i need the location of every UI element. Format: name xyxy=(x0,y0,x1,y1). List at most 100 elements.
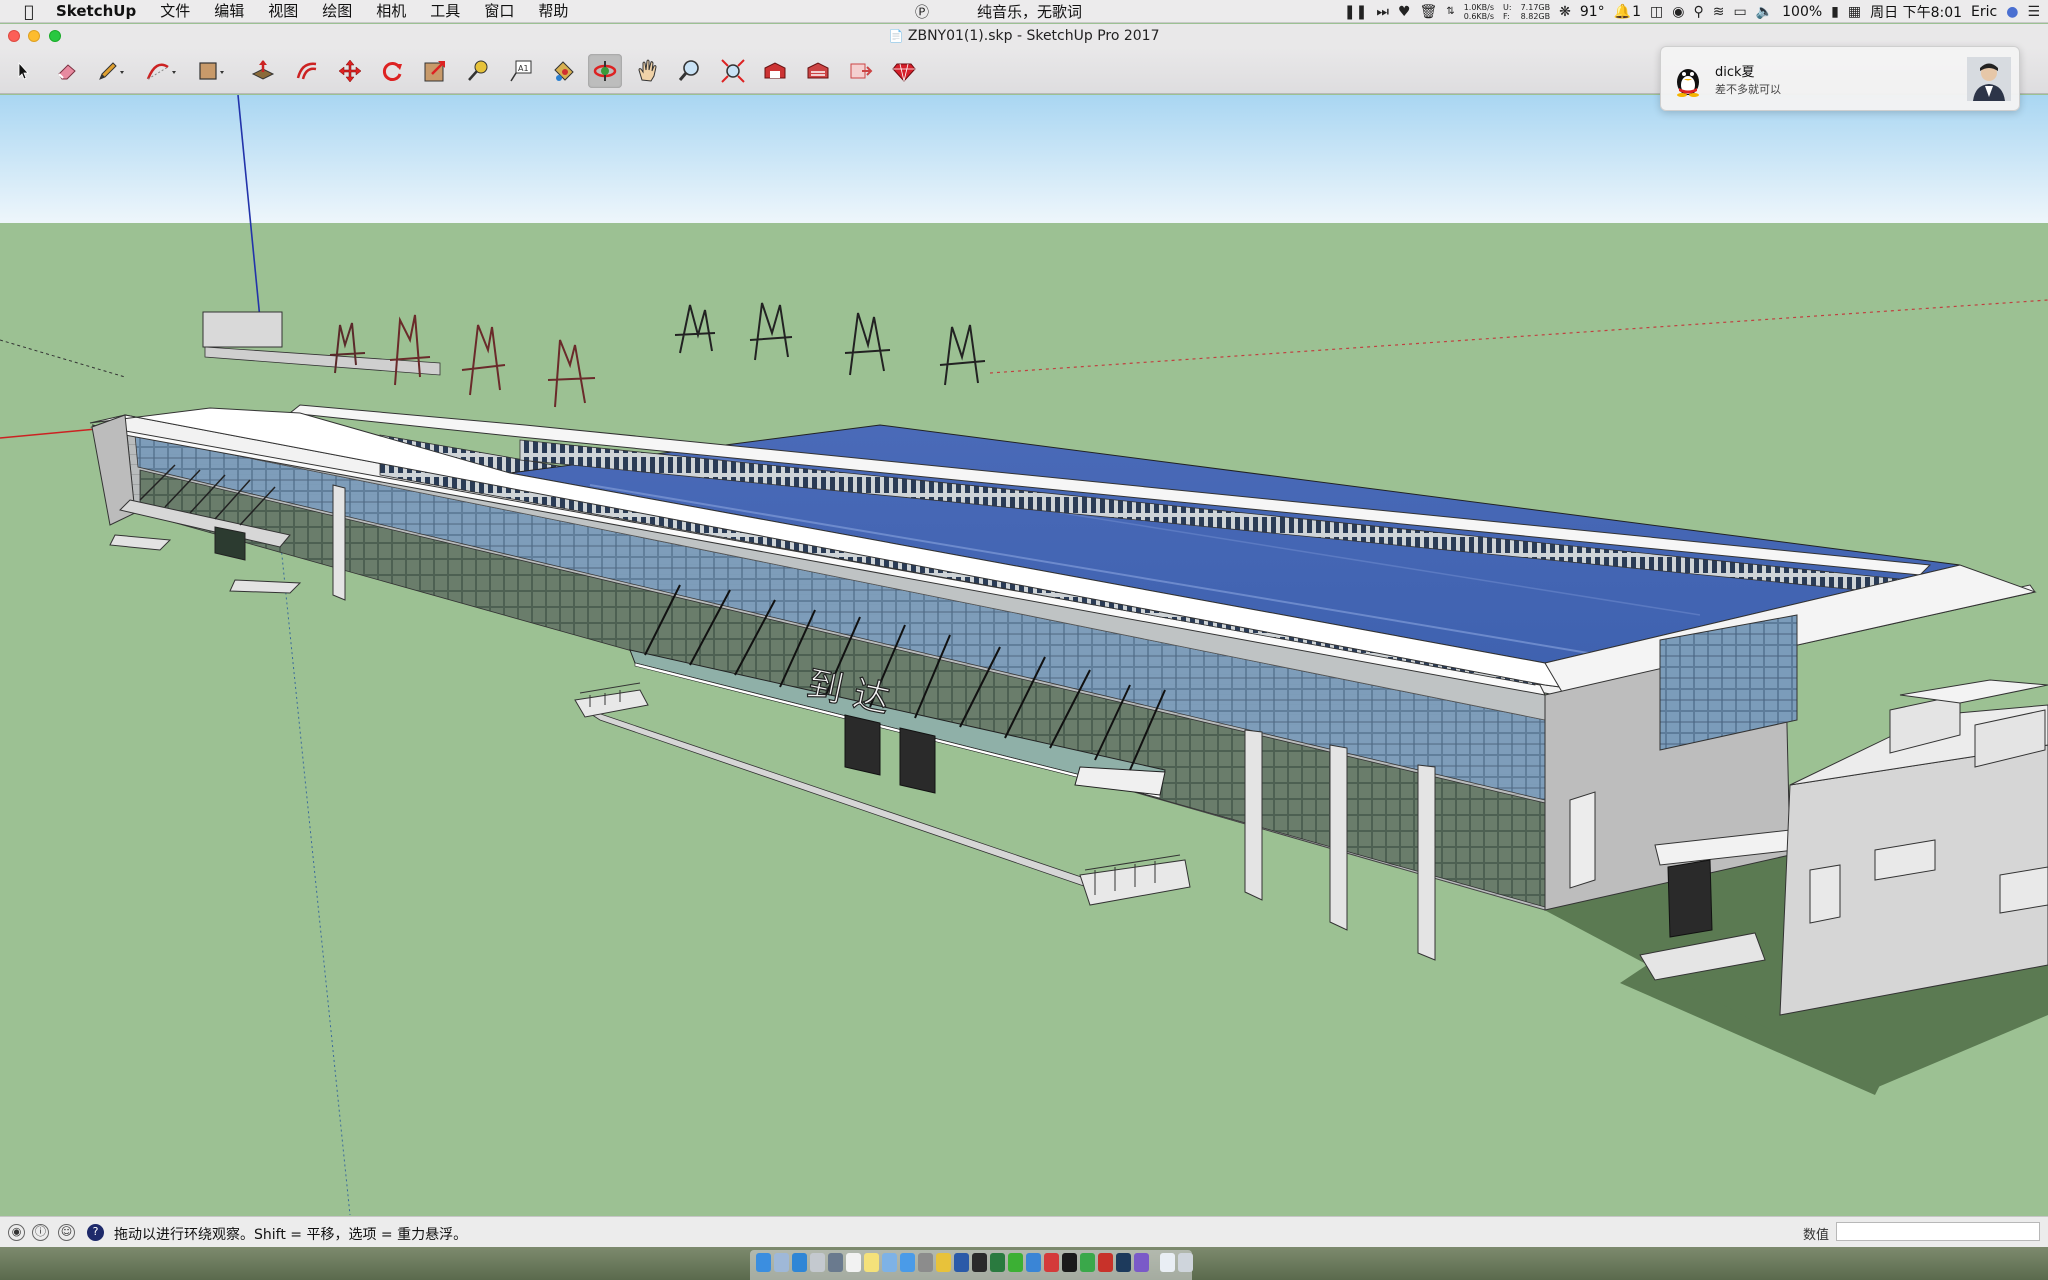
disk-labels: U: F: xyxy=(1503,2,1512,21)
now-playing[interactable]: Ⓟ 纯音乐，无歌词 xyxy=(915,0,1082,23)
search-icon[interactable]: ⚲ xyxy=(1693,4,1703,20)
network-arrows-icon: ⇅ xyxy=(1446,6,1455,17)
credits-icon[interactable]: ⓘ xyxy=(32,1224,49,1241)
3d-warehouse-tool[interactable] xyxy=(758,54,792,88)
finder-icon[interactable] xyxy=(756,1253,771,1272)
window-title: ZBNY01(1).skp - SketchUp Pro 2017 xyxy=(907,28,1160,44)
menu-camera[interactable]: 相机 xyxy=(364,0,418,23)
wechat-icon[interactable]: ◉ xyxy=(1672,4,1684,20)
battery-percent: 100% xyxy=(1782,3,1823,20)
tape-measure-tool[interactable] xyxy=(461,54,495,88)
extension-warehouse-tool[interactable] xyxy=(801,54,835,88)
apple-menu-icon[interactable]:  xyxy=(14,2,44,21)
shape-tool[interactable] xyxy=(196,54,230,88)
photo-icon[interactable] xyxy=(828,1253,843,1272)
measurement-input[interactable] xyxy=(1836,1222,2040,1241)
warehouse-icon xyxy=(764,62,786,79)
preview-icon[interactable] xyxy=(810,1253,825,1272)
status-menus: ❚❚ ⏭ ♥ 🗑 ⇅ 1.0KB/s 0.6KB/s U: F: 7.17GB 8.8… xyxy=(1344,0,2040,23)
calendar-app-icon[interactable] xyxy=(846,1253,861,1272)
rotate-tool[interactable] xyxy=(375,54,409,88)
mail-icon[interactable] xyxy=(882,1253,897,1272)
chrome-icon[interactable] xyxy=(936,1253,951,1272)
settings-icon[interactable] xyxy=(918,1253,933,1272)
qq-penguin-icon xyxy=(1677,69,1699,97)
pencil-tool[interactable] xyxy=(94,54,128,88)
menu-draw[interactable]: 绘图 xyxy=(310,0,364,23)
next-track-icon[interactable]: ⏭ xyxy=(1376,4,1389,20)
front-entrance-door-2 xyxy=(899,727,936,794)
mas-icon[interactable] xyxy=(900,1253,915,1272)
measurement-label: 数值 xyxy=(1803,1228,1830,1243)
network-speed: 1.0KB/s 0.6KB/s xyxy=(1463,2,1495,21)
airplay-icon[interactable]: ▭ xyxy=(1733,4,1746,20)
word-icon[interactable] xyxy=(954,1253,969,1272)
zoom-extents-tool[interactable] xyxy=(716,54,750,88)
menu-tools[interactable]: 工具 xyxy=(418,0,472,23)
qq-dock-icon[interactable] xyxy=(1026,1253,1041,1272)
model-viewport[interactable]: 到 达 xyxy=(0,95,2048,1215)
documents-dock-icon[interactable] xyxy=(1160,1253,1175,1272)
music-dock-icon[interactable] xyxy=(1044,1253,1059,1272)
extension-manager-tool[interactable] xyxy=(887,54,921,88)
notes-icon[interactable] xyxy=(864,1253,879,1272)
eraser-tool[interactable] xyxy=(50,54,84,88)
wifi-icon[interactable]: ≋ xyxy=(1713,4,1725,20)
photoshop-dock-icon[interactable] xyxy=(1116,1253,1131,1272)
adjacent-door xyxy=(1809,864,1841,924)
clock[interactable]: 周日 下午8:01 xyxy=(1870,2,1962,22)
trash-icon[interactable]: 🗑 xyxy=(1420,4,1438,20)
offset-tool[interactable] xyxy=(290,54,324,88)
minimize-window-button[interactable] xyxy=(28,30,40,42)
notification-center-icon[interactable]: ☰ xyxy=(2027,4,2040,20)
arc-tool[interactable] xyxy=(144,54,178,88)
pause-icon[interactable]: ❚❚ xyxy=(1344,4,1367,20)
sketchup-dock-icon[interactable] xyxy=(1098,1253,1113,1272)
user-name[interactable]: Eric xyxy=(1971,4,1997,20)
menu-file[interactable]: 文件 xyxy=(148,0,202,23)
paint-bucket-tool[interactable] xyxy=(547,54,581,88)
excel-icon[interactable] xyxy=(990,1253,1005,1272)
security-dock-icon[interactable] xyxy=(1080,1253,1095,1272)
penguin-dock-icon[interactable] xyxy=(1062,1253,1077,1272)
chat-notification[interactable]: dick夏 差不多就可以 xyxy=(1660,46,2020,111)
menu-view[interactable]: 视图 xyxy=(256,0,310,23)
close-window-button[interactable] xyxy=(8,30,20,42)
menu-edit[interactable]: 编辑 xyxy=(202,0,256,23)
pan-tool[interactable] xyxy=(631,54,665,88)
zoom-tool[interactable] xyxy=(673,54,707,88)
move-tool[interactable] xyxy=(333,54,367,88)
statusbar: ◉ ⓘ ☺ ? 拖动以进行环绕观察。Shift = 平移，选项 = 重力悬浮。 … xyxy=(0,1216,2048,1247)
help-icon[interactable]: ? xyxy=(87,1224,104,1241)
window-titlebar: 📄 ZBNY01(1).skp - SketchUp Pro 2017 xyxy=(0,24,2048,48)
safari-icon[interactable] xyxy=(792,1253,807,1272)
geo-location-icon[interactable]: ◉ xyxy=(8,1224,25,1241)
offset-icon xyxy=(296,62,317,80)
menu-app-name[interactable]: SketchUp xyxy=(44,0,148,23)
calendar-icon[interactable]: ▦ xyxy=(1848,4,1861,20)
siri-icon[interactable]: ● xyxy=(2006,4,2018,20)
wechat-dock-icon[interactable] xyxy=(1008,1253,1023,1272)
volume-icon[interactable]: 🔈 xyxy=(1756,4,1773,20)
battery-icon[interactable]: ▮ xyxy=(1831,4,1839,20)
heart-icon[interactable]: ♥ xyxy=(1398,4,1411,20)
push-pull-tool[interactable] xyxy=(246,54,280,88)
alert-count: 1 xyxy=(1632,3,1642,20)
menu-help[interactable]: 帮助 xyxy=(526,0,580,23)
app-dock-icon[interactable] xyxy=(1134,1253,1149,1272)
display-icon[interactable]: ◫ xyxy=(1650,4,1663,20)
bell-icon[interactable]: 🔔 xyxy=(1614,4,1631,20)
zoom-window-button[interactable] xyxy=(49,30,61,42)
rotate-icon xyxy=(382,62,402,81)
layout-tool[interactable] xyxy=(844,54,878,88)
select-tool[interactable] xyxy=(7,54,41,88)
text-tool[interactable]: A1 xyxy=(504,54,538,88)
terminal-icon[interactable] xyxy=(972,1253,987,1272)
temperature: 91° xyxy=(1579,3,1605,20)
menu-window[interactable]: 窗口 xyxy=(472,0,526,23)
user-account-icon[interactable]: ☺ xyxy=(58,1224,75,1241)
orbit-tool[interactable] xyxy=(588,54,622,88)
launchpad-icon[interactable] xyxy=(774,1253,789,1272)
trash-dock-icon[interactable] xyxy=(1178,1253,1193,1272)
scale-tool[interactable] xyxy=(418,54,452,88)
